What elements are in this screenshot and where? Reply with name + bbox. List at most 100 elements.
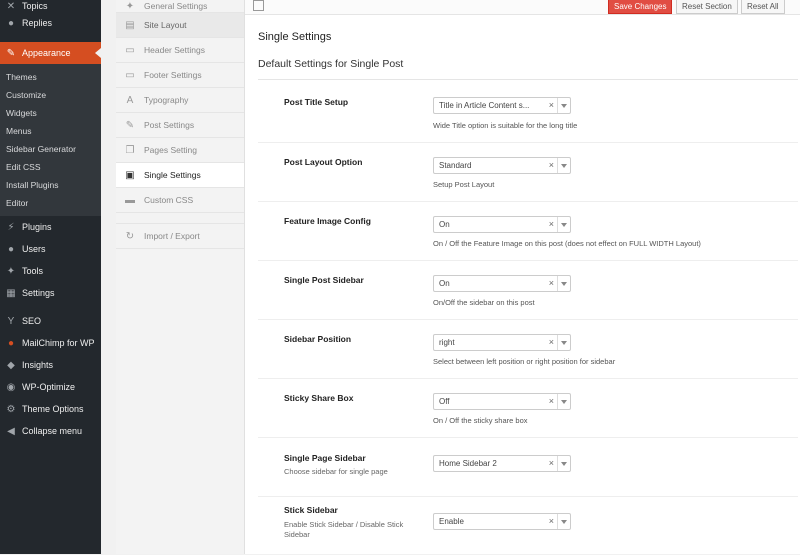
menu-item-settings[interactable]: ▦ Settings bbox=[0, 282, 101, 304]
sticky-share-select[interactable]: Off × bbox=[433, 393, 571, 410]
field-post-layout-option: Post Layout Option Standard × Setup Post… bbox=[258, 142, 798, 201]
topics-icon: ✕ bbox=[6, 0, 16, 12]
expand-icon[interactable] bbox=[253, 0, 264, 11]
menu-item-replies[interactable]: ● Replies bbox=[0, 12, 101, 34]
menu-item-users[interactable]: ● Users bbox=[0, 238, 101, 260]
submenu-widgets[interactable]: Widgets bbox=[0, 104, 101, 122]
nav-label: Typography bbox=[144, 95, 189, 105]
nav-footer-settings[interactable]: ▭ Footer Settings bbox=[116, 63, 244, 88]
menu-label: Plugins bbox=[22, 222, 52, 232]
menu-label: Theme Options bbox=[22, 404, 84, 414]
field-label: Sidebar Position bbox=[284, 334, 352, 344]
nav-label: Pages Setting bbox=[144, 145, 197, 155]
chevron-down-icon[interactable] bbox=[557, 98, 570, 113]
submenu-themes[interactable]: Themes bbox=[0, 68, 101, 86]
options-toolbar: Save Changes Reset Section Reset All bbox=[245, 0, 800, 15]
post-layout-select[interactable]: Standard × bbox=[433, 157, 571, 174]
field-help: On / Off the sticky share box bbox=[433, 416, 528, 425]
clear-icon[interactable]: × bbox=[549, 219, 554, 229]
submenu-menus[interactable]: Menus bbox=[0, 122, 101, 140]
submenu-customize[interactable]: Customize bbox=[0, 86, 101, 104]
single-page-sidebar-select[interactable]: Home Sidebar 2 × bbox=[433, 455, 571, 472]
menu-label: Collapse menu bbox=[22, 426, 83, 436]
menu-item-mailchimp[interactable]: ● MailChimp for WP bbox=[0, 332, 101, 354]
nav-typography[interactable]: A Typography bbox=[116, 88, 244, 113]
clear-icon[interactable]: × bbox=[549, 396, 554, 406]
nav-post-settings[interactable]: ✎ Post Settings bbox=[116, 113, 244, 138]
field-stick-sidebar: Stick Sidebar Enable Stick Sidebar / Dis… bbox=[258, 496, 798, 555]
nav-header-settings[interactable]: ▭ Header Settings bbox=[116, 38, 244, 63]
select-value: Title in Article Content s... bbox=[439, 101, 530, 110]
footer-icon: ▭ bbox=[125, 69, 135, 81]
post-title-select[interactable]: Title in Article Content s... × bbox=[433, 97, 571, 114]
optimize-icon: ◉ bbox=[6, 381, 16, 393]
insights-icon: ◆ bbox=[7, 359, 15, 371]
chevron-down-icon[interactable] bbox=[557, 158, 570, 173]
chevron-down-icon[interactable] bbox=[557, 394, 570, 409]
options-nav: ✦ General Settings ▤ Site Layout ▭ Heade… bbox=[116, 0, 245, 554]
field-description: Choose sidebar for single page bbox=[284, 467, 388, 476]
select-value: Off bbox=[439, 397, 450, 406]
clear-icon[interactable]: × bbox=[549, 458, 554, 468]
chevron-down-icon[interactable] bbox=[557, 514, 570, 529]
nav-general-settings[interactable]: ✦ General Settings bbox=[116, 0, 244, 13]
clear-icon[interactable]: × bbox=[549, 516, 554, 526]
submenu-edit-css[interactable]: Edit CSS bbox=[0, 158, 101, 176]
menu-label: Appearance bbox=[22, 48, 71, 58]
nav-single-settings[interactable]: ▣ Single Settings bbox=[116, 163, 244, 188]
field-post-title-setup: Post Title Setup Title in Article Conten… bbox=[258, 79, 798, 137]
clear-icon[interactable]: × bbox=[549, 337, 554, 347]
nav-label: Footer Settings bbox=[144, 70, 202, 80]
nav-import-export[interactable]: ↻ Import / Export bbox=[116, 224, 244, 249]
edit-icon: ✎ bbox=[125, 119, 135, 131]
menu-item-wp-optimize[interactable]: ◉ WP-Optimize bbox=[0, 376, 101, 398]
mailchimp-icon: ● bbox=[7, 337, 15, 349]
nav-divider bbox=[116, 213, 244, 224]
submenu-sidebar-generator[interactable]: Sidebar Generator bbox=[0, 140, 101, 158]
nav-site-layout[interactable]: ▤ Site Layout bbox=[116, 13, 244, 38]
field-label: Sticky Share Box bbox=[284, 393, 354, 403]
feature-image-select[interactable]: On × bbox=[433, 216, 571, 233]
menu-item-tools[interactable]: ✦ Tools bbox=[0, 260, 101, 282]
field-single-page-sidebar: Single Page Sidebar Choose sidebar for s… bbox=[258, 437, 798, 496]
field-help: On/Off the sidebar on this post bbox=[433, 298, 535, 307]
nav-label: Post Settings bbox=[144, 120, 195, 130]
submenu-editor[interactable]: Editor bbox=[0, 194, 101, 212]
menu-item-collapse[interactable]: ◀ Collapse menu bbox=[0, 420, 101, 442]
sidebar-position-select[interactable]: right × bbox=[433, 334, 571, 351]
clear-icon[interactable]: × bbox=[549, 160, 554, 170]
single-post-sidebar-select[interactable]: On × bbox=[433, 275, 571, 292]
menu-item-appearance[interactable]: ✎ Appearance bbox=[0, 42, 101, 64]
save-changes-button[interactable]: Save Changes bbox=[608, 0, 673, 14]
menu-item-insights[interactable]: ◆ Insights bbox=[0, 354, 101, 376]
chevron-down-icon[interactable] bbox=[557, 456, 570, 471]
menu-item-topics[interactable]: ✕ Topics bbox=[0, 0, 101, 12]
pages-icon: ❐ bbox=[125, 144, 135, 156]
nav-custom-css[interactable]: ▬ Custom CSS bbox=[116, 188, 244, 213]
nav-label: Custom CSS bbox=[144, 195, 194, 205]
stick-sidebar-select[interactable]: Enable × bbox=[433, 513, 571, 530]
reset-all-button[interactable]: Reset All bbox=[741, 0, 785, 14]
chevron-down-icon[interactable] bbox=[557, 276, 570, 291]
typography-icon: A bbox=[126, 94, 134, 106]
menu-item-plugins[interactable]: ⚡ Plugins bbox=[0, 216, 101, 238]
menu-item-theme-options[interactable]: ⚙ Theme Options bbox=[0, 398, 101, 420]
select-value: Enable bbox=[439, 517, 464, 526]
clear-icon[interactable]: × bbox=[549, 100, 554, 110]
clipboard-icon: ▣ bbox=[125, 169, 135, 181]
menu-item-seo[interactable]: Y SEO bbox=[0, 310, 101, 332]
wrench-icon: ✦ bbox=[6, 265, 16, 277]
options-content: Save Changes Reset Section Reset All Sin… bbox=[245, 0, 800, 554]
submenu-install-plugins[interactable]: Install Plugins bbox=[0, 176, 101, 194]
select-value: right bbox=[439, 338, 455, 347]
wrench-icon: ✦ bbox=[125, 0, 135, 12]
chevron-down-icon[interactable] bbox=[557, 335, 570, 350]
clear-icon[interactable]: × bbox=[549, 278, 554, 288]
nav-label: Site Layout bbox=[144, 20, 187, 30]
menu-label: Replies bbox=[22, 18, 53, 28]
chevron-down-icon[interactable] bbox=[557, 217, 570, 232]
collapse-icon: ◀ bbox=[7, 425, 15, 437]
menu-label: Topics bbox=[22, 1, 48, 11]
reset-section-button[interactable]: Reset Section bbox=[676, 0, 738, 14]
nav-pages-setting[interactable]: ❐ Pages Setting bbox=[116, 138, 244, 163]
